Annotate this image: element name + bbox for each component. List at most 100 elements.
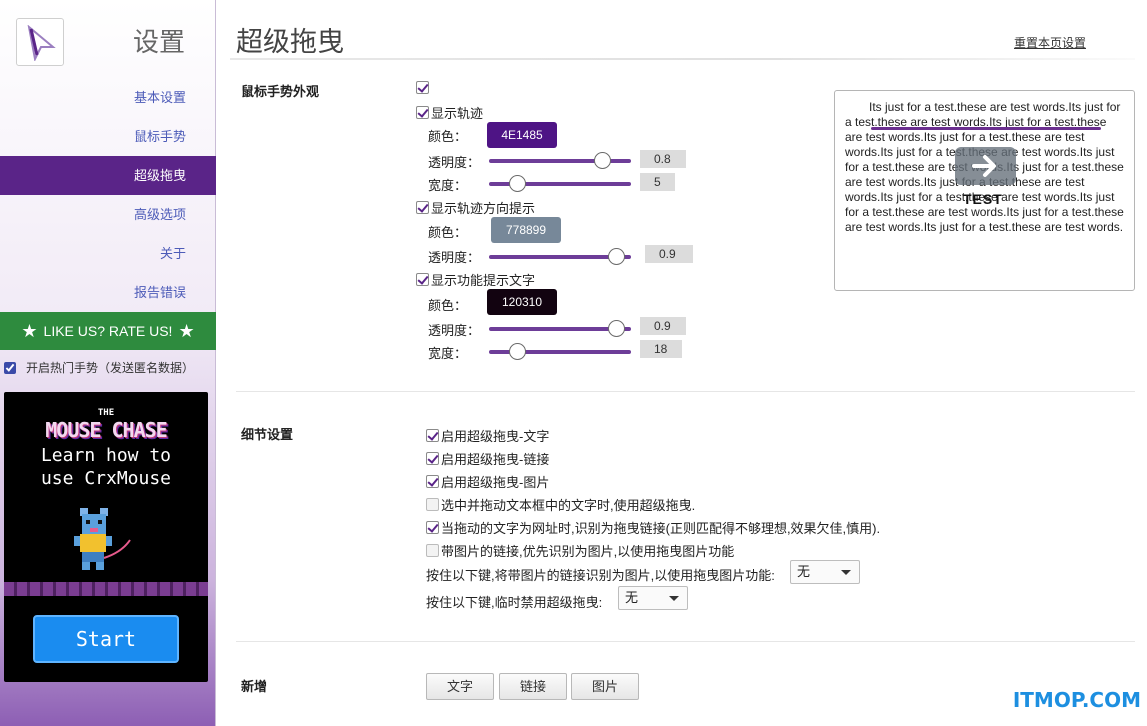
rate-us-button[interactable]: ★ LIKE US? RATE US! ★ [0,312,216,350]
tip-text-color-label: 颜色： [428,298,468,313]
sidebar-nav: 基本设置 鼠标手势 超级拖曳 高级选项 关于 报告错误 [0,78,216,312]
tip-text-opacity-handle[interactable] [608,320,626,337]
detail-option-text-checkbox[interactable] [426,429,439,442]
sidebar-title: 设置 [132,28,185,58]
app-logo [16,18,64,66]
hot-gestures-label: 开启热门手势（发送匿名数据） [26,361,195,375]
detail-option-label: 当拖动的文字为网址时,识别为拖曳链接(正则匹配得不够理想,效果欠佳,慎用). [441,521,881,536]
detail-option-label: 选中并拖动文本框中的文字时,使用超级拖曳. [441,498,696,513]
detail-option-image-link[interactable]: 带图片的链接,优先识别为图片,以使用拖曳图片功能 [426,541,734,560]
site-watermark: ITMOP.COM [1012,688,1141,712]
show-direction-option[interactable]: 显示轨迹方向提示 [416,198,535,217]
promo-subtitle: Learn how to use CrxMouse [4,444,208,490]
appearance-enable-checkbox[interactable] [416,81,429,94]
add-new-section-label: 新增 [241,679,268,694]
sidebar-item-gestures[interactable]: 鼠标手势 [0,117,216,156]
mouse-chase-promo[interactable]: THE MOUSE CHASE Learn how to use CrxMous… [4,392,208,682]
trail-opacity-value: 0.8 [640,150,686,168]
add-text-button[interactable]: 文字 [426,673,494,700]
sidebar-item-superdrag[interactable]: 超级拖曳 [0,156,216,195]
hot-gestures-checkbox[interactable] [4,361,16,374]
trail-width-handle[interactable] [508,175,526,192]
tip-text-opacity-label: 透明度： [428,323,481,338]
show-direction-checkbox[interactable] [416,201,429,214]
direction-opacity-value: 0.9 [645,245,693,263]
promo-start-button[interactable]: Start [33,615,179,663]
show-tip-text-option[interactable]: 显示功能提示文字 [416,270,535,289]
detail-option-url-checkbox[interactable] [426,521,439,534]
detail-option-link-checkbox[interactable] [426,452,439,465]
preview-gesture-trail [871,127,1101,130]
detail-option-textbox-checkbox[interactable] [426,498,439,511]
gesture-preview-area[interactable]: Its just for a test.these are test words… [834,90,1135,291]
direction-opacity-label: 透明度： [428,250,481,265]
details-section-label: 细节设置 [241,427,294,442]
trail-opacity-handle[interactable] [594,152,612,169]
tip-text-width-slider[interactable] [489,343,631,360]
trail-opacity-label: 透明度： [428,155,481,170]
hot-gestures-option[interactable]: 开启热门手势（发送匿名数据） [4,359,214,376]
direction-color-picker[interactable]: 778899 [491,217,561,243]
detail-option-image-checkbox[interactable] [426,475,439,488]
trail-opacity-slider[interactable] [489,152,631,169]
preview-tip-label: TEST [963,191,1003,207]
detail-option-image[interactable]: 启用超级拖曳-图片 [426,472,549,491]
sidebar-item-report-bug[interactable]: 报告错误 [0,273,216,312]
section-divider [236,391,1135,392]
sidebar-item-advanced[interactable]: 高级选项 [0,195,216,234]
appearance-section-label: 鼠标手势外观 [241,84,320,99]
show-trail-checkbox[interactable] [416,106,429,119]
show-direction-label: 显示轨迹方向提示 [431,201,536,216]
show-tip-text-checkbox[interactable] [416,273,429,286]
detail-option-label: 带图片的链接,优先识别为图片,以使用拖曳图片功能 [441,544,735,559]
cursor-logo-icon [27,25,56,61]
promo-line-2: use CrxMouse [40,468,172,489]
trail-color-label: 颜色： [428,129,468,144]
reset-page-settings-link[interactable]: 重置本页设置 [1014,34,1086,51]
tip-text-width-value: 18 [640,340,682,358]
detail-option-image-link-checkbox[interactable] [426,544,439,557]
key-image-select[interactable]: 无 [790,560,860,584]
detail-option-label: 启用超级拖曳-图片 [441,475,550,490]
rate-us-label: LIKE US? RATE US! [43,323,173,339]
show-trail-label: 显示轨迹 [431,106,484,121]
add-link-button[interactable]: 链接 [499,673,567,700]
show-trail-option[interactable]: 显示轨迹 [416,103,483,122]
trail-width-label: 宽度： [428,178,468,193]
add-image-button[interactable]: 图片 [571,673,639,700]
tip-text-opacity-slider[interactable] [489,320,631,337]
key-image-value: 无 [797,564,811,579]
direction-opacity-slider[interactable] [489,248,631,265]
direction-opacity-handle[interactable] [608,248,626,265]
sidebar-item-basic[interactable]: 基本设置 [0,78,216,117]
appearance-enable-option[interactable] [416,81,429,94]
detail-option-url[interactable]: 当拖动的文字为网址时,识别为拖曳链接(正则匹配得不够理想,效果欠佳,慎用). [426,518,880,537]
trail-color-picker[interactable]: 4E1485 [487,122,557,148]
main-content: 超级拖曳 重置本页设置 鼠标手势外观 显示轨迹 颜色： 4E1485 透明度： … [216,0,1147,726]
tip-text-width-handle[interactable] [508,343,526,360]
key-disable-select[interactable]: 无 [618,586,688,610]
star-icon: ★ [178,320,195,341]
sidebar-item-about[interactable]: 关于 [0,234,216,273]
tip-text-color-picker[interactable]: 120310 [487,289,557,315]
key-image-label: 按住以下键,将带图片的链接识别为图片,以使用拖曳图片功能: [426,568,775,583]
sidebar: 设置 基本设置 鼠标手势 超级拖曳 高级选项 关于 报告错误 ★ LIKE US… [0,0,216,726]
trail-width-slider[interactable] [489,175,631,192]
key-disable-label: 按住以下键,临时禁用超级拖曳: [426,595,603,610]
detail-option-link[interactable]: 启用超级拖曳-链接 [426,449,549,468]
star-icon: ★ [21,320,38,341]
tip-text-width-label: 宽度： [428,346,468,361]
chevron-down-icon [841,570,851,575]
page-title: 超级拖曳 [236,27,344,58]
promo-floor [4,582,208,596]
show-tip-text-label: 显示功能提示文字 [431,273,536,288]
chevron-down-icon [669,596,679,601]
key-disable-value: 无 [625,590,639,605]
detail-option-text[interactable]: 启用超级拖曳-文字 [426,426,549,445]
direction-color-label: 颜色： [428,225,468,240]
trail-width-value: 5 [640,173,675,191]
promo-the: THE [97,408,115,418]
detail-option-textbox[interactable]: 选中并拖动文本框中的文字时,使用超级拖曳. [426,495,695,514]
section-divider [236,641,1135,642]
tip-text-opacity-value: 0.9 [640,317,686,335]
